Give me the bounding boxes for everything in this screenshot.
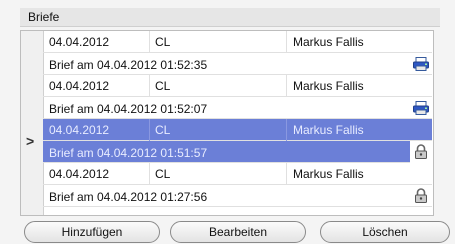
description-cell: Brief am 04.04.2012 01:52:07 xyxy=(49,102,208,116)
edit-button[interactable]: Bearbeiten xyxy=(170,221,306,243)
date-cell: 04.04.2012 xyxy=(49,79,110,93)
code-cell: CL xyxy=(155,123,171,137)
name-cell: Markus Fallis xyxy=(293,79,364,93)
row-header-column: > xyxy=(21,31,44,215)
date-cell: 04.04.2012 xyxy=(49,35,110,49)
description-cell: Brief am 04.04.2012 01:52:35 xyxy=(49,58,208,72)
table-row-detail[interactable]: Brief am 04.04.2012 01:52:07 xyxy=(43,97,432,119)
table-row-detail[interactable]: Brief am 04.04.2012 01:27:56 xyxy=(43,185,432,207)
table-row-selected[interactable]: 04.04.2012 CL Markus Fallis xyxy=(43,119,432,141)
description-cell: Brief am 04.04.2012 01:27:56 xyxy=(49,190,208,204)
printer-icon[interactable] xyxy=(410,97,432,118)
letters-panel: Briefe > 04.04.2012 CL Markus Fallis Bri… xyxy=(0,0,455,244)
code-cell: CL xyxy=(155,79,171,93)
table-row[interactable]: 04.04.2012 CL Markus Fallis xyxy=(43,31,432,53)
table-row-detail[interactable]: Brief am 04.04.2012 01:52:35 xyxy=(43,53,432,75)
code-cell: CL xyxy=(155,35,171,49)
printer-icon[interactable] xyxy=(410,53,432,74)
name-cell: Markus Fallis xyxy=(293,35,364,49)
code-cell: CL xyxy=(155,167,171,181)
name-cell: Markus Fallis xyxy=(293,123,364,137)
lock-icon[interactable] xyxy=(410,141,432,162)
table-row-detail-selected[interactable]: Brief am 04.04.2012 01:51:57 xyxy=(43,141,410,163)
delete-button[interactable]: Löschen xyxy=(320,221,450,243)
table-row[interactable]: 04.04.2012 CL Markus Fallis xyxy=(43,75,432,97)
panel-title: Briefe xyxy=(28,10,60,24)
panel-header: Briefe xyxy=(20,8,440,27)
lock-icon[interactable] xyxy=(410,185,432,206)
name-cell: Markus Fallis xyxy=(293,167,364,181)
add-button[interactable]: Hinzufügen xyxy=(24,221,160,243)
current-row-indicator: > xyxy=(26,133,35,149)
description-cell: Brief am 04.04.2012 01:51:57 xyxy=(49,146,208,160)
date-cell: 04.04.2012 xyxy=(49,167,110,181)
date-cell: 04.04.2012 xyxy=(49,123,110,137)
table-row[interactable]: 04.04.2012 CL Markus Fallis xyxy=(43,163,432,185)
letters-grid[interactable]: > 04.04.2012 CL Markus Fallis Brief am 0… xyxy=(20,30,434,216)
